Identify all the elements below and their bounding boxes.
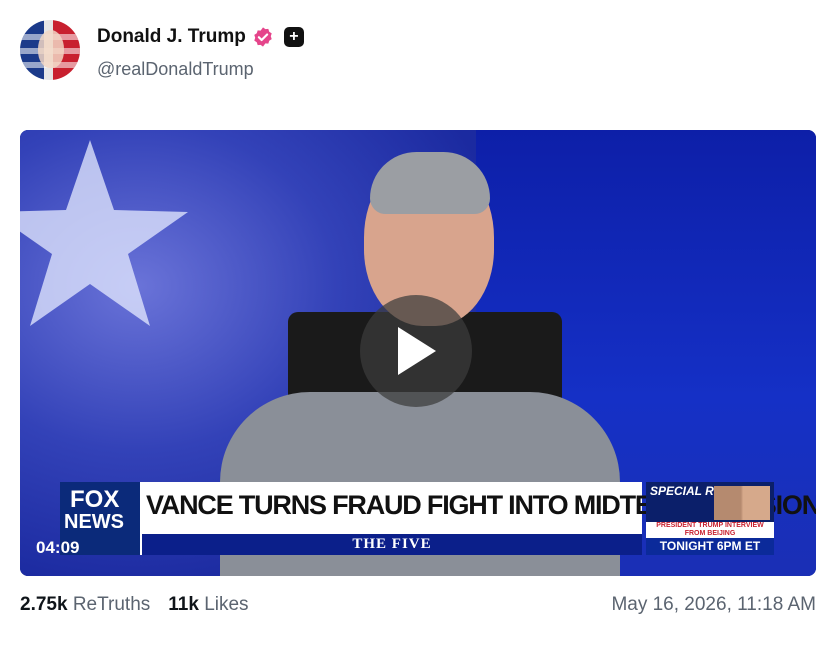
plus-badge-icon: +	[283, 27, 304, 47]
video-player[interactable]: VANCE TURNS FRAUD FIGHT INTO MIDTERMS MI…	[20, 130, 816, 576]
retruths-stat[interactable]: 2.75k ReTruths	[20, 594, 150, 616]
verified-badge-icon	[254, 27, 272, 47]
retruths-label: ReTruths	[72, 594, 151, 615]
special-report-subtitle: PRESIDENT TRUMP INTERVIEW FROM BEIJING	[646, 522, 774, 538]
logo-line-1: FOX	[70, 486, 120, 513]
author-display-name[interactable]: Donald J. Trump	[97, 26, 246, 48]
special-report-time: TONIGHT 6PM ET	[646, 538, 774, 555]
play-icon	[398, 327, 436, 375]
star-graphic	[20, 140, 188, 326]
logo-line-2: NEWS	[64, 511, 124, 533]
special-report-box: SPECIAL REPORT PRESIDENT TRUMP INTERVIEW…	[646, 482, 774, 555]
video-timecode: 04:09	[36, 538, 80, 557]
likes-label: Likes	[204, 594, 249, 615]
post-timestamp[interactable]: May 16, 2026, 11:18 AM	[611, 594, 816, 616]
author-handle[interactable]: @realDonaldTrump	[97, 59, 254, 80]
host-hair	[370, 152, 490, 214]
avatar[interactable]	[20, 20, 80, 80]
post-stats: 2.75k ReTruths 11k Likes	[20, 594, 249, 616]
likes-count: 11k	[168, 594, 199, 615]
author-row: Donald J. Trump +	[97, 26, 304, 48]
retruths-count: 2.75k	[20, 594, 68, 615]
likes-stat[interactable]: 11k Likes	[168, 594, 248, 616]
special-report-thumbnail	[714, 486, 770, 520]
play-button[interactable]	[360, 295, 472, 407]
news-chyron: VANCE TURNS FRAUD FIGHT INTO MIDTERMS MI…	[60, 482, 816, 555]
show-name-bar: THE FIVE	[142, 534, 642, 555]
